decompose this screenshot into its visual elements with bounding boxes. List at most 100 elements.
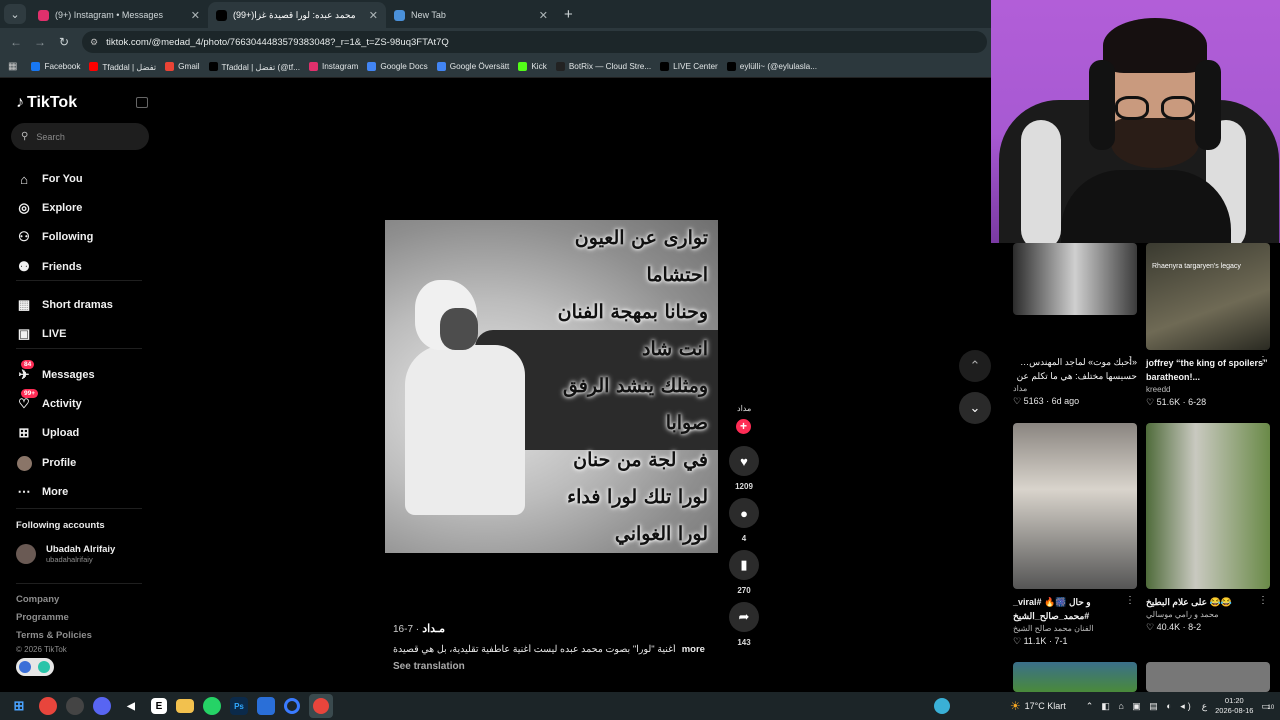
photoshop-icon[interactable]: Ps — [230, 697, 248, 715]
chrome-icon[interactable] — [39, 697, 57, 715]
poem-line: صوابا — [665, 412, 708, 434]
epic-games-icon[interactable]: E — [151, 698, 167, 714]
language-indicator[interactable]: ع — [1202, 701, 1207, 712]
kick-icon — [518, 62, 528, 71]
live-icon: ▣ — [17, 326, 31, 341]
nav-item-profile[interactable]: Profile — [16, 455, 76, 471]
new-tab-button[interactable]: + — [564, 6, 573, 23]
nav-item-messages[interactable]: ✈ 84 Messages — [16, 360, 95, 383]
card-thumbnail[interactable] — [1146, 662, 1270, 692]
nav-item-for-you[interactable]: ⌂ For You — [16, 171, 82, 187]
app-icon[interactable] — [284, 698, 300, 714]
poem-line: لورا تلك لورا فداء — [567, 486, 708, 508]
bookmark-item[interactable]: Kick — [518, 62, 547, 72]
following-account-item[interactable]: Ubadah Alrifaiy ubadahalrifaiy — [16, 544, 115, 564]
whatsapp-icon[interactable] — [203, 697, 221, 715]
help-icon[interactable] — [933, 698, 950, 714]
collapse-sidebar-icon[interactable] — [136, 97, 148, 108]
app-icon[interactable] — [257, 697, 275, 715]
card-stats: ♡ 11.1K · 7-1 — [1013, 636, 1068, 646]
nav-item-upload[interactable]: ⊞ Upload — [16, 425, 80, 441]
nav-item-activity[interactable]: ♡ 99+ Activity — [16, 389, 82, 412]
url-text: tiktok.com/@medad_4/photo/76630444835793… — [106, 36, 449, 48]
footer-programme-link[interactable]: Programme — [16, 612, 69, 623]
share-button[interactable]: ➦ — [729, 602, 759, 632]
bookmark-item[interactable]: Google Översätt — [436, 62, 509, 72]
save-button[interactable]: ▮ — [729, 550, 759, 580]
headphones-shape — [1195, 60, 1221, 150]
file-explorer-icon[interactable] — [176, 699, 194, 713]
recommended-card[interactable]: ⋮ و حال 🎆🔥 #viral_ #محمد_صالح_الشيخ الفن… — [1013, 423, 1137, 647]
recommended-card[interactable]: ⋮ «أحبك موت» لماجد المهندس… حسيسها مختلف… — [1013, 243, 1137, 407]
bookmark-item[interactable]: Google Docs — [367, 62, 428, 72]
bookmark-item[interactable]: eylülli~ (@eylulasla... — [726, 62, 817, 72]
nav-item-short-dramas[interactable]: ▦ Short dramas — [16, 297, 113, 313]
search-input[interactable]: ⚲ Search — [11, 123, 149, 150]
nav-item-following[interactable]: ⚇ Following — [16, 229, 93, 245]
bookmark-item[interactable]: BotRix — Cloud Stre... — [555, 62, 651, 72]
post-photo[interactable]: تواری عن العیون احتشاما وحنانا بمهجة الفنا… — [385, 220, 718, 553]
close-tab-icon[interactable]: ✕ — [533, 9, 548, 22]
bookmark-item[interactable]: Tfaddal | تفضل — [89, 62, 156, 72]
tab-search-icon[interactable]: ⌄ — [4, 4, 26, 24]
following-account-handle: ubadahalrifaiy — [46, 555, 93, 564]
obs-icon[interactable] — [66, 697, 84, 715]
close-tab-icon[interactable]: ✕ — [185, 9, 200, 22]
close-tab-icon[interactable]: ✕ — [363, 9, 378, 22]
site-info-icon[interactable]: ⚙ — [90, 37, 98, 48]
more-options-icon[interactable]: ⋮ — [1125, 595, 1135, 606]
previous-post-button[interactable]: ⌃ — [959, 350, 991, 382]
forward-icon[interactable]: → — [28, 35, 52, 49]
url-field[interactable]: ⚙ tiktok.com/@medad_4/photo/766304448357… — [82, 31, 987, 53]
next-post-button[interactable]: ⌄ — [959, 392, 991, 424]
bookmark-item[interactable]: LIVE Center — [660, 62, 718, 72]
footer-app-icons[interactable] — [16, 658, 54, 676]
tiktok-logo[interactable]: ♪ TikTok — [16, 94, 77, 112]
streamer-hair-shape — [1103, 18, 1207, 73]
bookmark-label: Gmail — [178, 62, 200, 71]
tray-icons[interactable]: ◧ ⌂ ▣ ▤ ◐ ◂) — [1101, 701, 1193, 712]
bookmark-item[interactable]: Facebook — [31, 62, 80, 72]
post-author[interactable]: مـداد · 7-16 — [393, 622, 445, 635]
more-options-icon[interactable]: ⋮ — [1258, 595, 1268, 606]
streamer-body-shape — [1061, 170, 1231, 243]
nav-item-more[interactable]: ⋯ More — [16, 484, 69, 500]
bookmark-item[interactable]: Instagram — [308, 62, 358, 72]
reload-icon[interactable]: ↻ — [52, 35, 76, 49]
browser-tab[interactable]: (99+)محمد عبده: لورا قصيدة غزا ✕ — [208, 2, 386, 28]
more-options-icon[interactable]: ⋮ — [1258, 355, 1268, 366]
bookmark-item[interactable]: Gmail — [165, 62, 200, 72]
tray-chevron-icon[interactable]: ⌃ — [1086, 701, 1094, 712]
notification-icon[interactable]: ▭ 10 — [1261, 701, 1274, 712]
nav-item-live[interactable]: ▣ LIVE — [16, 326, 67, 342]
back-icon[interactable]: ← — [4, 35, 28, 49]
recommended-card[interactable]: ⋮ 😂😂 على علام البطيخ محمد و رامي موسالي … — [1146, 423, 1270, 633]
comment-count: 4 — [741, 534, 747, 543]
poem-line: انت شاد — [641, 338, 708, 360]
see-translation-link[interactable]: See translation — [393, 661, 465, 672]
caption-more-link[interactable]: more — [682, 644, 705, 655]
discord-icon[interactable] — [93, 697, 111, 715]
bookmark-label: LIVE Center — [673, 62, 718, 71]
clock[interactable]: 01:20 2026-08-16 — [1215, 696, 1253, 716]
capcut-icon[interactable]: ◀ — [120, 695, 142, 717]
browser-tab[interactable]: (9+) Instagram • Messages ✕ — [30, 2, 208, 28]
footer-company-link[interactable]: Company — [16, 594, 59, 605]
bookmark-item[interactable]: Tfaddal | تفضل (@tf... — [208, 62, 300, 72]
weather-text[interactable]: 17°C Klart — [1025, 701, 1066, 711]
footer-terms-link[interactable]: Terms & Policies — [16, 630, 92, 641]
follow-plus-button[interactable]: + — [736, 419, 751, 434]
post-caption: أغنية "لورا" بصوت محمد عبده ليست أغنية ع… — [393, 644, 713, 655]
browser-tab[interactable]: New Tab ✕ — [386, 2, 556, 28]
card-thumbnail[interactable] — [1013, 662, 1137, 692]
chrome-active-icon[interactable] — [309, 694, 333, 718]
like-button[interactable]: ♥ — [729, 446, 759, 476]
nav-item-friends[interactable]: ⚉ Friends — [16, 259, 82, 275]
nav-item-explore[interactable]: ◎ Explore — [16, 200, 82, 216]
windows-start-icon[interactable]: ⊞ — [8, 695, 30, 717]
apps-icon[interactable]: ▦ — [8, 61, 17, 72]
more-options-icon[interactable]: ⋮ — [1125, 355, 1135, 366]
comment-button[interactable]: ● — [729, 498, 759, 528]
recommended-card[interactable]: Rhaenyra targaryen's legacy ⋮ joffrey “t… — [1146, 243, 1270, 408]
card-title: joffrey “the king of spoilers” baratheon… — [1146, 358, 1268, 382]
